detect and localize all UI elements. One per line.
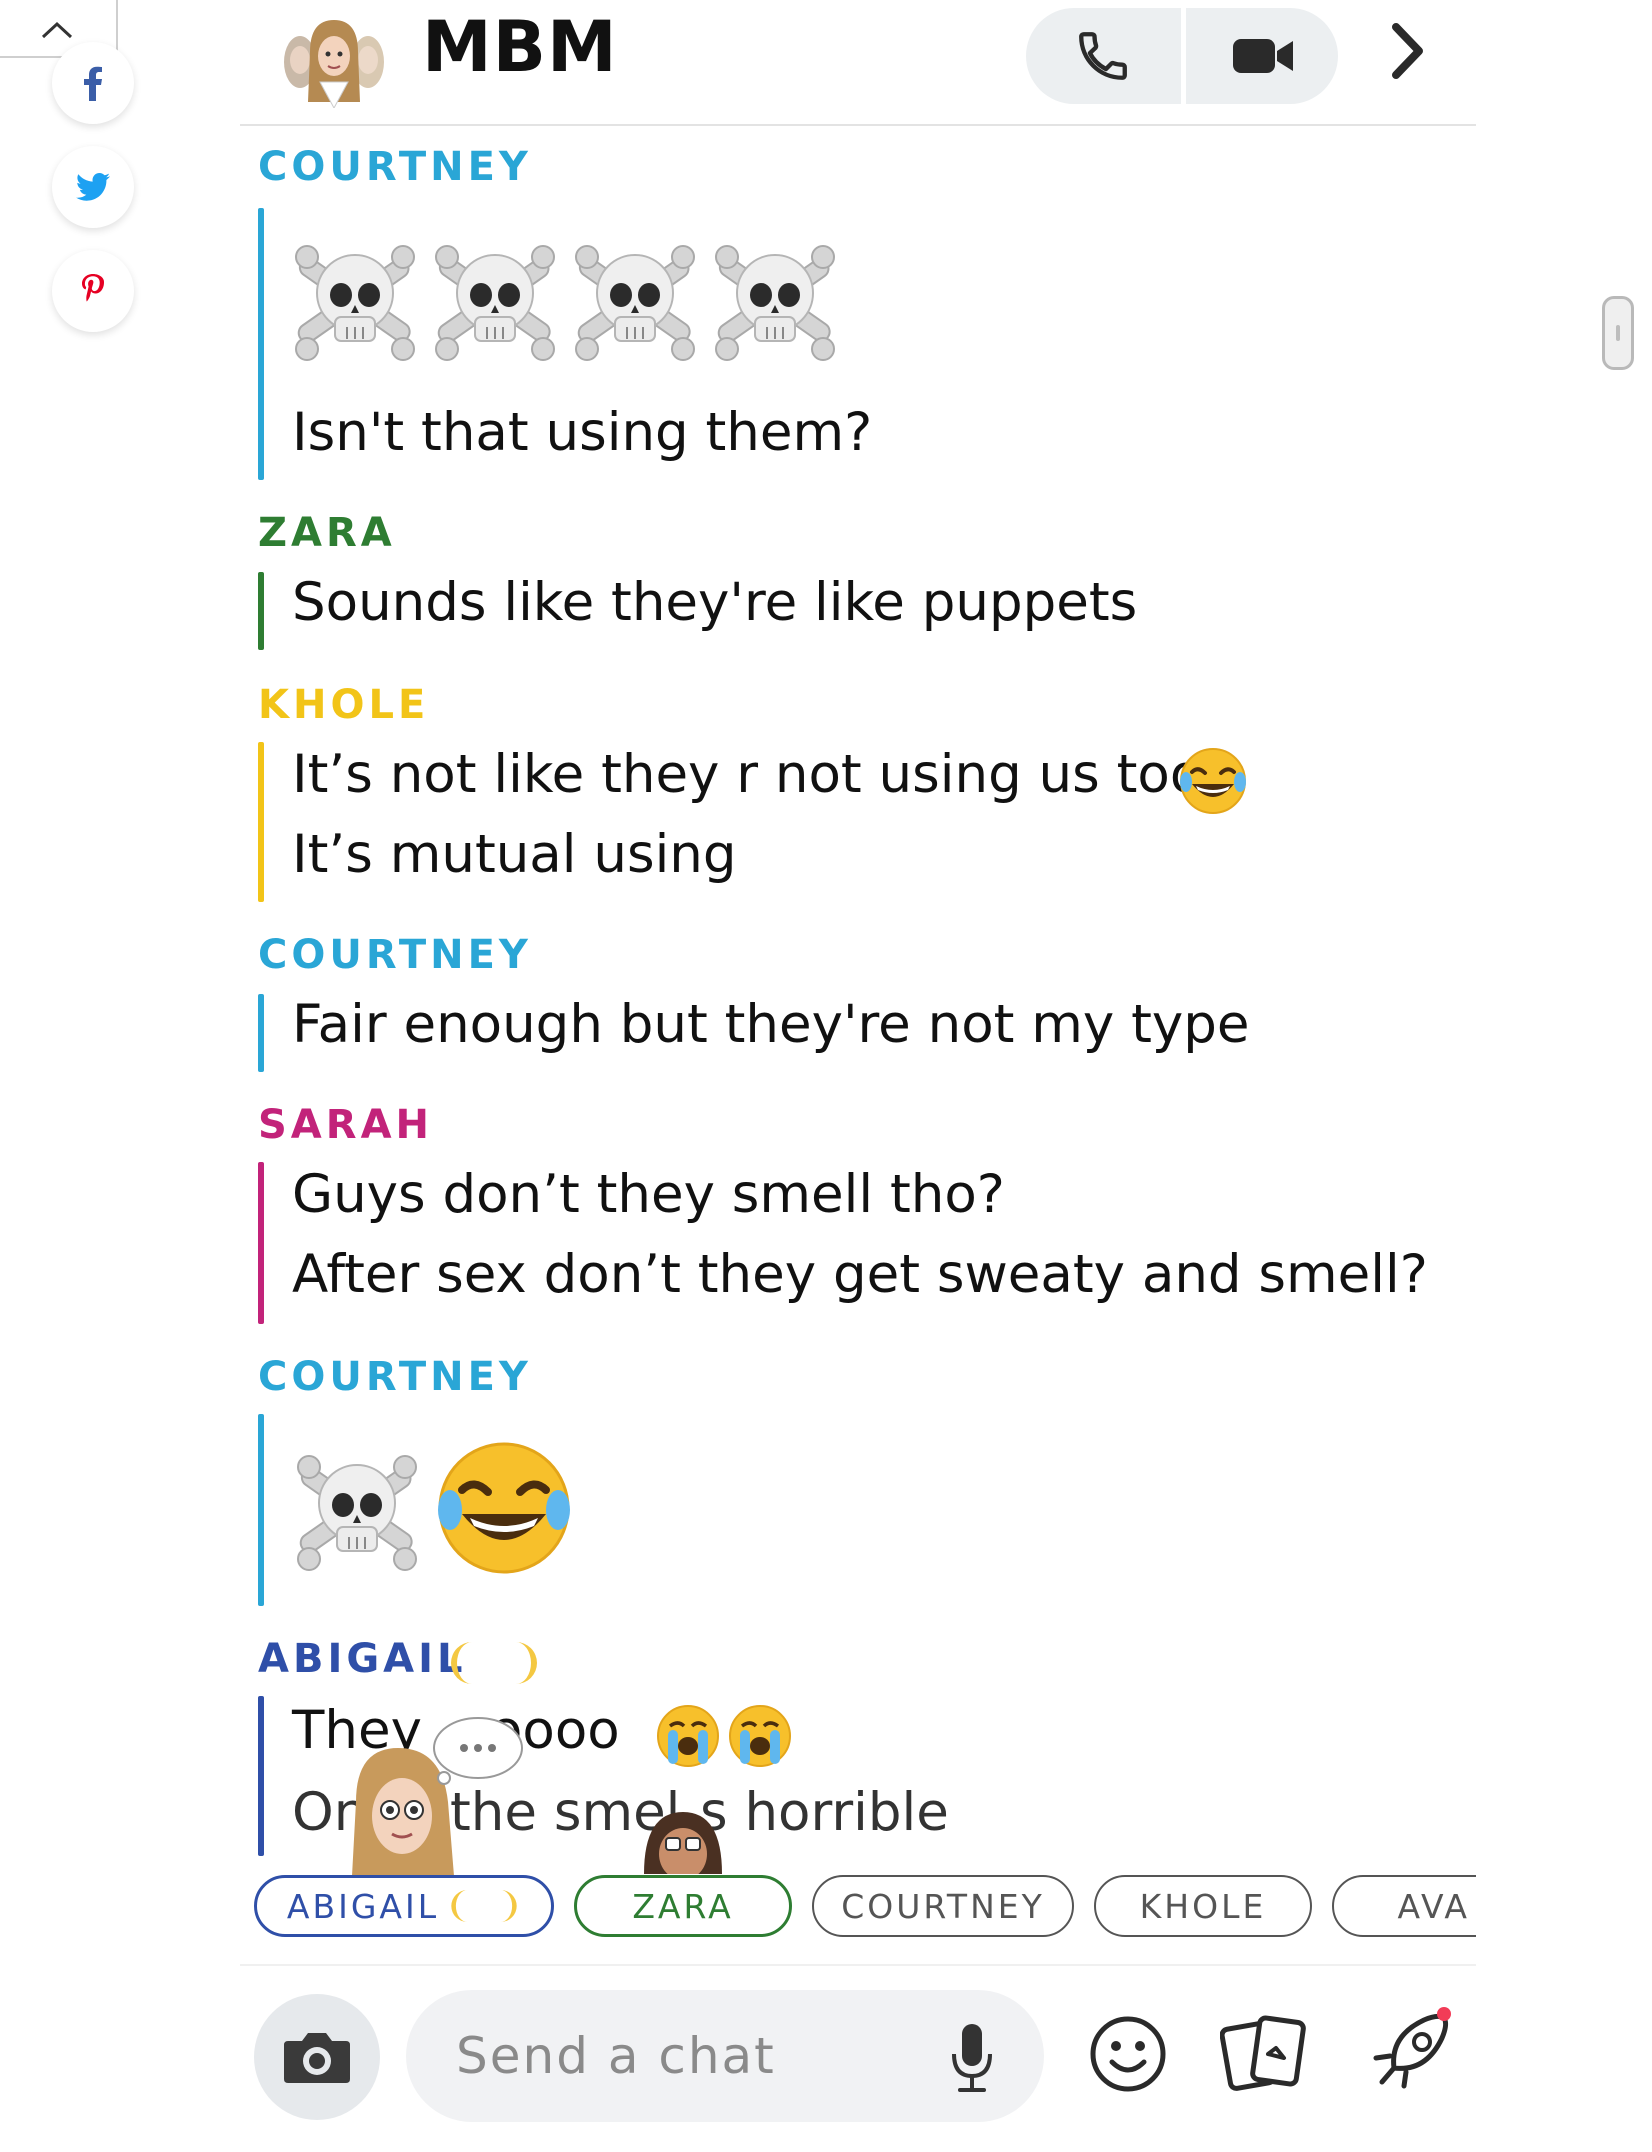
facebook-share-button[interactable]	[52, 42, 134, 124]
laughing-emoji	[434, 1438, 574, 1582]
voice-call-button[interactable]	[1026, 8, 1180, 104]
collapse-chevron-icon	[41, 21, 73, 39]
participant-pill-clip: AVA	[1330, 1875, 1476, 1937]
twitter-share-button[interactable]	[52, 146, 134, 228]
sender-label: ZARA	[258, 510, 396, 556]
participant-pill-courtney[interactable]: COURTNEY	[812, 1875, 1074, 1937]
participant-pill-khole[interactable]: KHOLE	[1094, 1875, 1312, 1937]
group-avatar[interactable]	[280, 12, 388, 110]
facebook-icon	[84, 66, 102, 101]
skull-crossbones-emoji	[292, 1436, 432, 1590]
sender-label: COURTNEY	[258, 144, 532, 190]
sender-label: KHOLE	[258, 682, 430, 728]
message-text: Fair enough but they're not my type	[292, 994, 1250, 1055]
chat-header: MBM	[240, 0, 1476, 126]
message-bar	[258, 1696, 264, 1856]
loudly-crying-emoji-pair	[656, 1702, 796, 1774]
emoji-button[interactable]	[1088, 2014, 1168, 2098]
participant-pill-ava[interactable]: AVA	[1332, 1875, 1476, 1937]
microphone-icon	[952, 2024, 992, 2092]
message-bar	[258, 1162, 264, 1324]
call-controls	[1026, 8, 1338, 104]
chat-title: MBM	[422, 6, 618, 88]
sender-label: COURTNEY	[258, 932, 532, 978]
video-camera-icon	[1233, 39, 1293, 73]
pinterest-icon	[82, 274, 105, 302]
message-text: It’s mutual using	[292, 824, 737, 885]
video-call-button[interactable]	[1186, 8, 1338, 104]
chat-input[interactable]	[406, 1990, 1044, 2122]
skull-crossbones-emoji-group	[290, 226, 860, 380]
games-button[interactable]	[1364, 2006, 1456, 2102]
message-text: After sex don’t they get sweaty and smel…	[292, 1244, 1428, 1305]
camera-icon	[284, 2033, 350, 2083]
message-text: Sounds like they're like puppets	[292, 572, 1138, 633]
participant-pill-zara[interactable]: ZARA	[574, 1875, 792, 1937]
scrollbar-thumb[interactable]	[1602, 296, 1634, 370]
sender-label: SARAH	[258, 1102, 433, 1148]
message-text: Isn't that using them?	[292, 402, 873, 463]
moon-faces-icon	[451, 1890, 517, 1922]
typing-bitmoji-abigail	[352, 1712, 532, 1880]
camera-button[interactable]	[254, 1994, 380, 2120]
voice-note-button[interactable]	[950, 2022, 994, 2098]
sender-label: ABIGAIL	[258, 1636, 467, 1682]
message-bar	[258, 572, 264, 650]
emoji-face-icon	[1090, 2016, 1166, 2092]
rocket-icon	[1373, 2007, 1451, 2089]
message-text: s horrible	[700, 1782, 949, 1843]
message-bar	[258, 1414, 264, 1606]
participant-pill-abigail[interactable]: ABIGAIL	[254, 1875, 554, 1937]
typing-bitmoji-zara	[640, 1808, 726, 1880]
message-text: Guys don’t they smell tho?	[292, 1164, 1005, 1225]
cards-button[interactable]	[1219, 2014, 1310, 2098]
cards-icon	[1219, 2015, 1306, 2091]
laughing-emoji	[1178, 746, 1248, 820]
chat-details-button[interactable]	[1390, 22, 1426, 84]
message-bar	[258, 208, 264, 480]
sender-label: COURTNEY	[258, 1354, 532, 1400]
chevron-right-icon	[1392, 23, 1423, 79]
pinterest-share-button[interactable]	[52, 250, 134, 332]
message-bar	[258, 994, 264, 1072]
composer-divider	[240, 1964, 1476, 1966]
message-text: It’s not like they r not using us too	[292, 744, 1203, 805]
twitter-icon	[76, 173, 110, 201]
phone-icon	[1079, 32, 1127, 80]
moon-faces-emoji	[446, 1638, 542, 1692]
message-bar	[258, 742, 264, 902]
